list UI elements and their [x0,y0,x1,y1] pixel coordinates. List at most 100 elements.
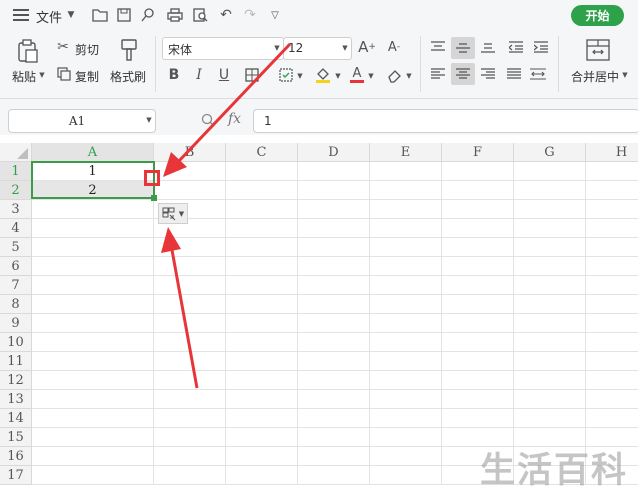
column-header-f[interactable]: F [442,143,514,162]
formula-input[interactable]: 1 [253,109,638,133]
row-header-11[interactable]: 11 [0,352,32,371]
cell-d2[interactable] [298,181,370,200]
indent-increase-icon[interactable] [531,37,551,57]
italic-icon[interactable]: I [191,66,207,84]
copy-icon[interactable] [56,66,72,82]
cell-b7[interactable] [154,276,226,295]
cell-g12[interactable] [514,371,586,390]
cell-h1[interactable] [586,162,638,181]
cell-d12[interactable] [298,371,370,390]
cell-b5[interactable] [154,238,226,257]
column-header-g[interactable]: G [514,143,586,162]
row-header-2[interactable]: 2 [0,181,32,200]
format-painter-icon[interactable] [118,38,140,62]
cell-d16[interactable] [298,447,370,466]
cut-label[interactable]: 剪切 [75,41,99,58]
paste-label[interactable]: 粘贴 [12,68,36,85]
cell-h5[interactable] [586,238,638,257]
cell-d7[interactable] [298,276,370,295]
redo-icon[interactable]: ↷ [242,6,258,24]
cell-a10[interactable] [32,333,154,352]
align-right-icon[interactable] [478,64,498,84]
cell-g10[interactable] [514,333,586,352]
increase-font-icon[interactable]: A + [358,38,376,56]
cell-d3[interactable] [298,200,370,219]
row-header-5[interactable]: 5 [0,238,32,257]
row-header-4[interactable]: 4 [0,219,32,238]
file-menu-label[interactable]: 文件 [36,7,62,26]
cell-e14[interactable] [370,409,442,428]
cell-c11[interactable] [226,352,298,371]
column-header-b[interactable]: B [154,143,226,162]
cell-b2[interactable] [154,181,226,200]
merge-center-label[interactable]: 合并居中 [571,68,619,85]
cell-style-icon[interactable] [277,67,295,83]
cell-b13[interactable] [154,390,226,409]
chevron-down-icon[interactable]: ▼ [296,71,304,81]
select-all-corner[interactable] [0,143,32,162]
cell-d13[interactable] [298,390,370,409]
format-painter-label[interactable]: 格式刷 [110,68,146,85]
row-header-10[interactable]: 10 [0,333,32,352]
cell-e6[interactable] [370,257,442,276]
fill-handle[interactable] [151,195,157,201]
cell-e16[interactable] [370,447,442,466]
copy-label[interactable]: 复制 [75,68,99,85]
cell-g4[interactable] [514,219,586,238]
cell-h7[interactable] [586,276,638,295]
underline-icon[interactable]: U [216,66,232,84]
open-folder-icon[interactable] [91,7,109,23]
cell-e3[interactable] [370,200,442,219]
cell-h2[interactable] [586,181,638,200]
cell-d14[interactable] [298,409,370,428]
cell-d1[interactable] [298,162,370,181]
cell-c7[interactable] [226,276,298,295]
cell-g9[interactable] [514,314,586,333]
cell-h13[interactable] [586,390,638,409]
cell-g1[interactable] [514,162,586,181]
column-header-e[interactable]: E [370,143,442,162]
cell-b14[interactable] [154,409,226,428]
cell-a11[interactable] [32,352,154,371]
cell-b16[interactable] [154,447,226,466]
row-header-12[interactable]: 12 [0,371,32,390]
cell-a14[interactable] [32,409,154,428]
font-size-select[interactable]: 12 ▼ [283,37,352,60]
row-header-8[interactable]: 8 [0,295,32,314]
row-header-1[interactable]: 1 [0,162,32,181]
cell-e9[interactable] [370,314,442,333]
row-header-6[interactable]: 6 [0,257,32,276]
paste-icon[interactable] [16,38,40,64]
cell-a5[interactable] [32,238,154,257]
cell-b17[interactable] [154,466,226,485]
column-header-c[interactable]: C [226,143,298,162]
bold-icon[interactable]: B [166,66,182,84]
cell-d15[interactable] [298,428,370,447]
cell-g8[interactable] [514,295,586,314]
auto-fill-options-button[interactable]: ▼ [158,203,188,224]
chevron-down-icon[interactable]: ▼ [405,71,413,81]
cell-e10[interactable] [370,333,442,352]
cell-h3[interactable] [586,200,638,219]
cell-d17[interactable] [298,466,370,485]
cell-f1[interactable] [442,162,514,181]
cell-d10[interactable] [298,333,370,352]
cell-e17[interactable] [370,466,442,485]
cell-c8[interactable] [226,295,298,314]
hamburger-icon[interactable] [12,7,30,23]
borders-icon[interactable] [243,67,261,83]
row-header-16[interactable]: 16 [0,447,32,466]
align-center-icon[interactable] [451,63,475,85]
cell-f12[interactable] [442,371,514,390]
undo-icon[interactable]: ↶ [218,6,234,24]
customize-toolbar-icon[interactable]: ▽ [268,6,282,24]
cell-h4[interactable] [586,219,638,238]
cell-g7[interactable] [514,276,586,295]
cell-f6[interactable] [442,257,514,276]
cell-b15[interactable] [154,428,226,447]
cell-g3[interactable] [514,200,586,219]
name-box[interactable]: A1 ▼ [8,109,156,133]
row-header-3[interactable]: 3 [0,200,32,219]
cell-d5[interactable] [298,238,370,257]
cell-f5[interactable] [442,238,514,257]
